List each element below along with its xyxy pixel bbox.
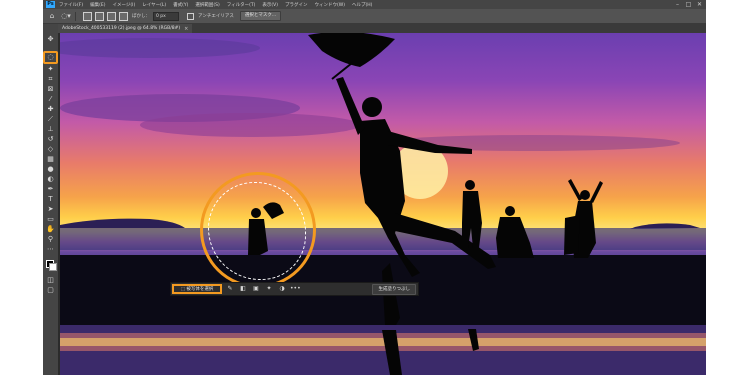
options-bar: ⌂ ◌▾ ぼかし： 0 px アンチエイリアス 選択とマスク... [43,9,706,24]
close-tab-icon[interactable]: × [184,26,188,32]
feather-label: ぼかし： [132,14,150,19]
document-tab-title: AdobeStock_400533119 (2).jpeg @ 64.8% (R… [62,26,181,31]
menu-file[interactable]: ファイル(F) [59,2,83,8]
sunset-photo [60,33,706,375]
adjustment-icon[interactable]: ✦ [264,284,274,294]
eraser-icon[interactable]: ◇ [45,145,56,154]
menu-filter[interactable]: フィルター(T) [227,2,256,8]
background-color-swatch[interactable] [49,263,57,271]
quick-mask-icon[interactable]: ◫ [45,276,56,285]
magic-wand-icon[interactable]: ✦ [45,65,56,74]
close-icon[interactable]: ✕ [695,1,704,8]
tools-panel: ✥ ◌ ✦ ⌗ ⊠ ⁄ ✚ ⟋ ⊥ ↺ ◇ ▦ ● ◐ ✒ T ➤ ▭ ✋ ⚲ … [43,24,58,375]
document-canvas[interactable] [60,33,706,375]
generative-fill-button[interactable]: 生成塗りつぶし [372,283,416,295]
blur-icon[interactable]: ● [45,165,56,174]
menu-help[interactable]: ヘルプ(H) [352,2,372,8]
highlight-circle [200,172,316,288]
select-subject-button[interactable]: ⬚ 被写体を選択 [172,284,222,294]
umbrella [331,62,353,80]
home-icon[interactable]: ⌂ [47,11,57,21]
invert-selection-icon[interactable]: ◧ [238,284,248,294]
fill-icon[interactable]: ◑ [277,284,287,294]
maximize-icon[interactable]: □ [684,1,693,8]
sea [60,228,706,250]
more-options-icon[interactable]: ••• [290,284,301,294]
mask-icon[interactable]: ▣ [251,284,261,294]
type-icon[interactable]: T [45,195,56,204]
umbrella [308,33,395,67]
menu-select[interactable]: 選択範囲(S) [195,2,219,8]
select-subject-label: ⬚ 被写体を選択 [180,287,214,292]
antialias-label: アンチエイリアス [198,14,234,19]
intersect-selection-icon[interactable] [119,11,128,21]
brush-icon[interactable]: ⟋ [45,115,56,124]
feather-input[interactable]: 0 px [153,11,179,21]
menu-image[interactable]: イメージ(I) [112,2,135,8]
history-brush-icon[interactable]: ↺ [45,135,56,144]
select-and-mask-button[interactable]: 選択とマスク... [239,11,282,21]
more-icon[interactable]: ⋯ [45,245,56,254]
screen-mode-icon[interactable]: ▢ [45,286,56,295]
person-silhouette [462,180,482,248]
cloud [140,113,360,137]
antialias-checkbox[interactable] [187,12,194,20]
add-selection-icon[interactable] [95,11,104,21]
photoshop-window: Ps ファイル(F) 編集(E) イメージ(I) レイヤー(L) 書式(Y) 選… [43,0,706,375]
menu-window[interactable]: ウィンドウ(W) [315,2,345,8]
lasso-icon[interactable]: ◌ [43,51,58,64]
contextual-task-bar: ⬚ 被写体を選択 ✎ ◧ ▣ ✦ ◑ ••• 生成塗りつぶし [170,282,419,296]
path-select-icon[interactable]: ➤ [45,205,56,214]
menu-plugins[interactable]: プラグイン [285,2,308,8]
reflection [60,338,706,346]
dodge-icon[interactable]: ◐ [45,175,56,184]
pen-icon[interactable]: ✒ [45,185,56,194]
hand-icon[interactable]: ✋ [45,225,56,234]
divider [75,11,76,21]
brush-mask-icon[interactable]: ✎ [225,284,235,294]
eyedropper-icon[interactable]: ⁄ [45,95,56,104]
document-tab[interactable]: AdobeStock_400533119 (2).jpeg @ 64.8% (R… [58,24,193,33]
menu-bar: Ps ファイル(F) 編集(E) イメージ(I) レイヤー(L) 書式(Y) 選… [43,0,706,9]
subtract-selection-icon[interactable] [107,11,116,21]
move-icon[interactable]: ✥ [45,35,56,44]
gradient-icon[interactable]: ▦ [45,155,56,164]
menu-view[interactable]: 表示(V) [262,2,278,8]
menu-edit[interactable]: 編集(E) [90,2,105,8]
frame-icon[interactable]: ⊠ [45,85,56,94]
zoom-icon[interactable]: ⚲ [45,235,56,244]
minimize-icon[interactable]: – [673,1,682,8]
menu-layer[interactable]: レイヤー(L) [142,2,166,8]
shape-icon[interactable]: ▭ [45,215,56,224]
stamp-icon[interactable]: ⊥ [45,125,56,134]
crop-icon[interactable]: ⌗ [45,75,56,84]
document-tab-bar: AdobeStock_400533119 (2).jpeg @ 64.8% (R… [58,24,706,33]
healing-icon[interactable]: ✚ [45,105,56,114]
menu-type[interactable]: 書式(Y) [173,2,188,8]
window-controls: – □ ✕ [673,1,706,8]
new-selection-icon[interactable] [83,11,92,21]
island [60,218,185,228]
lasso-preset-icon[interactable]: ◌▾ [61,11,71,21]
cloud [60,38,260,58]
photoshop-logo: Ps [46,1,55,8]
